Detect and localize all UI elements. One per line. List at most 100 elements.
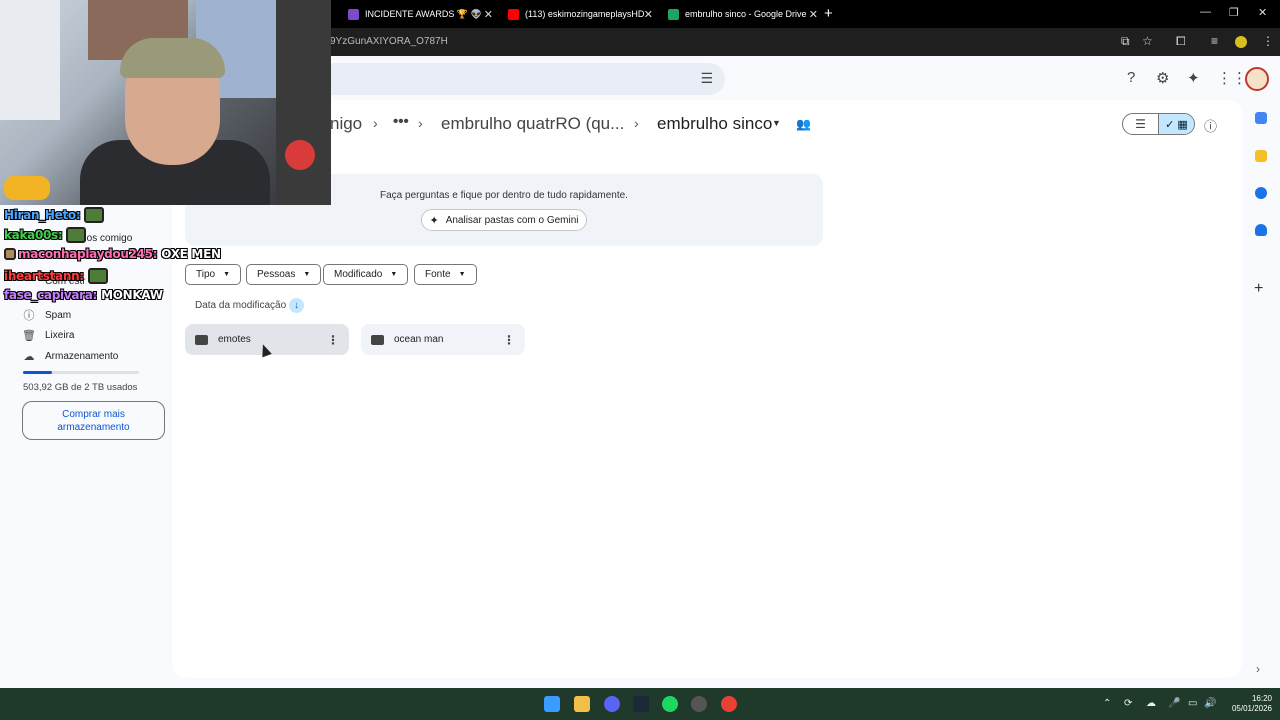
close-tab-icon[interactable]: ✕ — [809, 8, 818, 21]
spotify-icon[interactable] — [662, 696, 678, 712]
calendar-icon[interactable] — [1255, 112, 1267, 124]
close-window-icon[interactable]: ✕ — [1258, 6, 1267, 19]
chrome-icon[interactable] — [721, 696, 737, 712]
new-tab-icon[interactable]: + — [824, 5, 833, 22]
gemini-button-label: Analisar pastas com o Gemini — [445, 214, 579, 226]
contacts-icon[interactable] — [1255, 224, 1267, 236]
browser-tab-google-drive[interactable]: embrulho sinco - Google Drive ✕ — [668, 0, 818, 28]
buy-storage-line1: Comprar mais — [62, 408, 125, 420]
breadcrumb-parent[interactable]: embrulho quatrRO (qu... — [441, 114, 624, 134]
volume-icon[interactable]: 🔊 — [1204, 698, 1216, 709]
browser-tab-youtube[interactable]: (113) eskimozingameplaysHD ✕ — [508, 0, 653, 28]
filter-chip-source[interactable]: Fonte ▼ — [414, 264, 477, 285]
install-app-icon[interactable]: ⧉ — [1121, 34, 1130, 49]
tab-label: (113) eskimozingameplaysHD — [525, 9, 645, 19]
chat-username: Hiran_Heto: — [4, 208, 81, 222]
caret-down-icon: ▼ — [223, 271, 231, 278]
help-icon[interactable]: ? — [1127, 69, 1135, 86]
discord-icon[interactable] — [604, 696, 620, 712]
tasks-icon[interactable] — [1255, 187, 1267, 199]
youtube-icon — [508, 8, 519, 20]
caret-down-icon[interactable]: ▼ — [772, 118, 781, 128]
sidebar-item-label: Spam — [45, 309, 72, 321]
caret-down-icon: ▼ — [303, 271, 311, 278]
add-addon-icon[interactable]: + — [1254, 280, 1263, 298]
breadcrumb-more[interactable]: ••• — [393, 113, 409, 130]
profile-icon[interactable] — [1235, 36, 1247, 48]
account-avatar[interactable] — [1245, 67, 1269, 91]
search-options-icon[interactable]: ☰ — [700, 70, 713, 87]
buy-storage-button[interactable]: Comprar mais armazenamento — [22, 401, 165, 440]
tray-cloud-icon[interactable]: ☁ — [1146, 698, 1156, 709]
shared-people-icon[interactable]: 👥 — [796, 117, 811, 131]
media-icon[interactable]: ≡ — [1211, 34, 1218, 48]
restore-icon[interactable]: ❐ — [1229, 6, 1239, 19]
sort-direction-icon[interactable]: ↓ — [289, 298, 304, 313]
chat-username: fase_capivara: — [4, 288, 98, 302]
steam-icon[interactable] — [633, 696, 649, 712]
more-actions-icon[interactable]: ⋮ — [503, 333, 515, 347]
info-icon[interactable]: ⓘ — [1204, 116, 1217, 135]
view-toggle: ☰ ✓ ▦ — [1122, 113, 1195, 135]
tray-sync-icon[interactable]: ⟳ — [1124, 698, 1132, 709]
microphone-icon[interactable]: 🎤 — [1168, 698, 1180, 709]
gemini-sparkle-icon[interactable]: ✦ — [1187, 69, 1200, 87]
filter-chip-people[interactable]: Pessoas ▼ — [246, 264, 322, 285]
google-drive-icon — [668, 8, 679, 20]
breadcrumb-partial[interactable]: nigo — [330, 114, 362, 134]
obs-icon[interactable] — [691, 696, 707, 712]
extensions-icon[interactable]: ⧠ — [1176, 34, 1186, 49]
chat-username: kaka00s: — [4, 228, 63, 242]
windows-start-icon[interactable] — [544, 696, 560, 712]
clock-time: 16:20 — [1251, 694, 1272, 703]
chip-label: Pessoas — [257, 269, 296, 280]
bookmark-star-icon[interactable]: ☆ — [1142, 34, 1153, 48]
analyze-with-gemini-button[interactable]: ✦ Analisar pastas com o Gemini — [421, 209, 587, 231]
search-input[interactable]: ☰ — [300, 63, 725, 95]
folder-name: ocean man — [394, 334, 444, 345]
settings-gear-icon[interactable]: ⚙ — [1156, 69, 1169, 87]
chat-message: maconhaplaydou245: OXE MEN — [4, 247, 221, 261]
buy-storage-line2: armazenamento — [57, 421, 130, 433]
keep-icon[interactable] — [1255, 150, 1267, 162]
filter-chip-modified[interactable]: Modificado ▼ — [323, 264, 409, 285]
breadcrumb-current[interactable]: embrulho sinco — [657, 114, 772, 134]
file-explorer-icon[interactable] — [574, 696, 590, 712]
grid-view-button[interactable]: ✓ ▦ — [1158, 114, 1194, 134]
sort-label[interactable]: Data da modificação — [195, 300, 286, 311]
more-actions-icon[interactable]: ⋮ — [327, 333, 339, 347]
chevron-right-icon[interactable]: › — [1256, 662, 1260, 676]
storage-progress-fill — [23, 371, 52, 374]
webcam-mug — [4, 176, 50, 200]
browser-tab-incidente-awards[interactable]: INCIDENTE AWARDS 🏆 👽 ✕ — [348, 0, 493, 28]
apps-grid-icon[interactable]: ⋮⋮ — [1217, 69, 1247, 87]
display-icon[interactable]: ▭ — [1188, 698, 1197, 709]
caret-down-icon: ▼ — [458, 271, 466, 278]
side-panel: + — [1242, 100, 1280, 690]
shared-folder-icon — [371, 334, 384, 345]
taskbar-clock[interactable]: 16:20 05/01/2026 — [1226, 694, 1272, 714]
close-tab-icon[interactable]: ✕ — [484, 8, 493, 21]
folder-name: emotes — [218, 334, 251, 345]
folder-item[interactable]: ocean man ⋮ — [361, 324, 525, 355]
emote-icon — [87, 268, 108, 284]
filter-chip-type[interactable]: Tipo ▼ — [185, 264, 242, 285]
webcam-overlay — [0, 0, 331, 205]
url-text[interactable]: 9YzGunAXIYORA_O787H — [330, 36, 448, 47]
list-view-button[interactable]: ☰ — [1123, 114, 1158, 134]
tray-expand-icon[interactable]: ⌃ — [1103, 698, 1111, 709]
close-tab-icon[interactable]: ✕ — [644, 8, 653, 21]
sparkle-icon: ✦ — [429, 214, 439, 227]
chat-message: Hiran_Heto: — [4, 207, 105, 223]
sidebar-item-trash[interactable]: 🗑 Lixeira — [22, 329, 74, 342]
minimize-icon[interactable]: — — [1200, 6, 1211, 18]
clock-date: 05/01/2026 — [1231, 704, 1272, 713]
sidebar-item-spam[interactable]: ⓘ Spam — [22, 307, 72, 323]
spam-icon: ⓘ — [23, 310, 35, 322]
chip-label: Tipo — [196, 269, 216, 280]
browser-menu-icon[interactable]: ⋮ — [1262, 34, 1274, 48]
chip-label: Fonte — [425, 269, 451, 280]
sidebar-item-storage[interactable]: ☁ Armazenamento — [22, 350, 119, 363]
webcam-shelf — [276, 0, 331, 205]
chevron-right-icon: › — [373, 115, 378, 131]
